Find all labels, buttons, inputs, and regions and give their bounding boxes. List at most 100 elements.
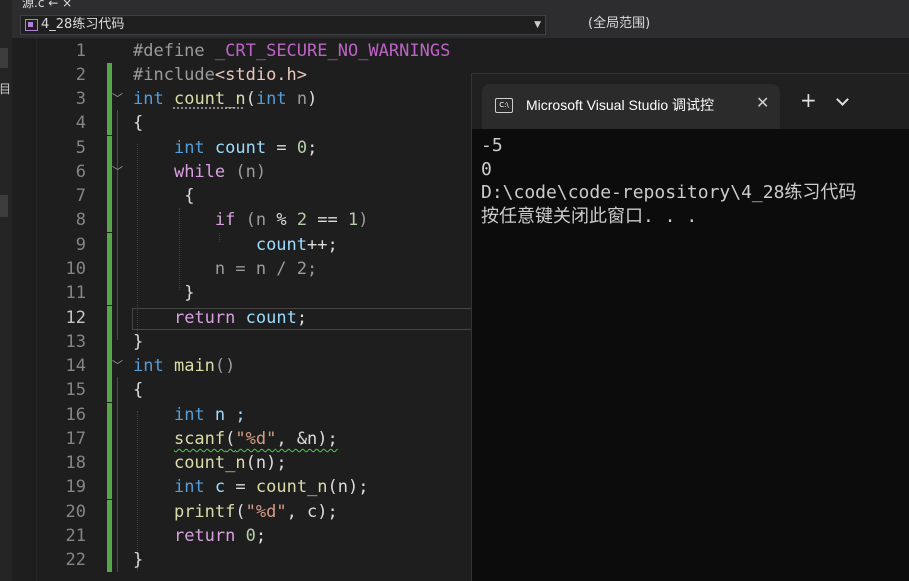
dock-tab-marker[interactable] xyxy=(0,195,8,217)
change-indicator xyxy=(107,330,112,354)
code-token: 0 xyxy=(296,138,308,158)
code-token: <stdio.h> xyxy=(214,65,308,85)
code-token: { xyxy=(133,113,144,133)
change-indicator xyxy=(107,427,112,451)
code-text[interactable]: int count = 0; xyxy=(133,136,317,160)
code-text[interactable]: int c = count_n(n); xyxy=(133,475,369,499)
change-indicator xyxy=(107,184,112,208)
code-text[interactable]: } xyxy=(133,548,143,572)
code-text[interactable]: count_n(n); xyxy=(133,451,287,475)
code-token: printf xyxy=(173,502,236,522)
code-token: (n) xyxy=(225,162,267,182)
code-text[interactable]: } xyxy=(133,330,143,354)
dock-tab-marker[interactable] xyxy=(0,48,8,68)
fold-chevron-icon[interactable]: ﹀ xyxy=(112,89,123,109)
code-text[interactable]: { xyxy=(133,184,194,208)
code-token: int xyxy=(133,89,164,109)
debug-console-window[interactable]: C:\ Microsoft Visual Studio 调试控 ✕ + -5 0 D… xyxy=(471,73,909,581)
fold-chevron-icon[interactable]: ﹀ xyxy=(112,162,123,182)
code-token: } xyxy=(184,283,195,303)
project-combo[interactable]: 4_28练习代码 ▼ xyxy=(20,15,546,35)
change-indicator xyxy=(107,378,112,402)
code-token: int xyxy=(173,405,205,425)
code-token: () xyxy=(214,356,236,376)
code-token: return xyxy=(173,308,236,328)
code-text[interactable]: } xyxy=(133,281,194,305)
code-text[interactable]: int n ; xyxy=(133,403,246,427)
code-text[interactable]: if (n % 2 == 1) xyxy=(133,208,369,232)
console-output[interactable]: -5 0 D:\code\code-repository\4_28练习代码 按任意键关… xyxy=(481,134,856,228)
code-text[interactable]: printf("%d", c); xyxy=(133,500,338,524)
line-number: 16 xyxy=(65,405,86,425)
change-indicator xyxy=(107,63,112,87)
new-tab-button[interactable]: + xyxy=(800,90,817,110)
code-token: ; xyxy=(307,138,318,158)
line-number: 10 xyxy=(65,259,86,279)
code-token: n = n / 2; xyxy=(214,259,318,279)
code-text[interactable]: return count; xyxy=(133,306,307,330)
code-token: ; xyxy=(296,308,308,328)
line-number: 20 xyxy=(65,502,86,522)
code-token: main xyxy=(173,356,215,376)
code-token: _CRT_SECURE_NO_WARNINGS xyxy=(214,41,451,61)
code-text[interactable]: { xyxy=(133,378,143,402)
document-tab[interactable]: 源.c ← × xyxy=(22,0,72,11)
line-number: 11 xyxy=(65,283,86,303)
code-text[interactable]: return 0; xyxy=(133,524,266,548)
chevron-down-icon[interactable] xyxy=(836,93,849,106)
fold-chevron-icon[interactable]: ﹀ xyxy=(112,356,123,376)
line-number: 17 xyxy=(65,429,86,449)
line-number: 14 xyxy=(65,356,86,376)
code-token: ( xyxy=(225,429,236,449)
line-number: 4 xyxy=(75,113,86,133)
project-icon xyxy=(25,19,38,31)
change-indicator xyxy=(107,500,112,524)
console-line: 0 xyxy=(481,158,492,180)
console-line: D:\code\code-repository\4_28练习代码 xyxy=(481,182,857,203)
code-token: #include xyxy=(133,65,215,85)
code-text[interactable]: int count_n(int n) xyxy=(133,87,317,111)
code-text[interactable]: #include<stdio.h> xyxy=(133,63,307,87)
terminal-tab[interactable]: C:\ Microsoft Visual Studio 调试控 ✕ xyxy=(482,84,780,129)
console-line: -5 xyxy=(481,135,503,156)
code-token: 1 xyxy=(348,210,359,230)
change-indicator xyxy=(107,281,112,305)
terminal-tab-title: Microsoft Visual Studio 调试控 xyxy=(526,97,715,113)
code-token: { xyxy=(133,380,144,400)
code-text[interactable]: n = n / 2; xyxy=(133,257,317,281)
code-line[interactable]: 1 #define _CRT_SECURE_NO_WARNINGS xyxy=(12,39,909,63)
code-token: ( xyxy=(245,89,256,109)
dropdown-arrow-icon[interactable]: ▼ xyxy=(534,16,541,34)
close-tab-button[interactable]: ✕ xyxy=(756,93,769,112)
code-text[interactable]: while (n) xyxy=(133,160,266,184)
line-number: 22 xyxy=(65,550,86,570)
code-token: int xyxy=(173,477,205,497)
code-token: scanf xyxy=(173,429,226,449)
code-text[interactable]: { xyxy=(133,111,143,135)
code-text[interactable]: #define _CRT_SECURE_NO_WARNINGS xyxy=(133,39,450,63)
line-number-current: 12 xyxy=(65,308,86,328)
document-tab-strip: 源.c ← × xyxy=(12,0,909,12)
scope-combo[interactable]: (全局范围) xyxy=(550,15,909,35)
code-token: 2 xyxy=(296,210,308,230)
code-token: (n); xyxy=(245,453,287,473)
line-number: 7 xyxy=(75,186,86,206)
code-token: n ; xyxy=(214,405,246,425)
change-indicator xyxy=(107,306,112,330)
change-indicator xyxy=(107,208,112,232)
change-indicator xyxy=(107,136,112,160)
line-number: 15 xyxy=(65,380,86,400)
code-text[interactable]: int main() xyxy=(133,354,235,378)
line-number: 18 xyxy=(65,453,86,473)
code-token: ) xyxy=(307,89,318,109)
code-token: count_n xyxy=(173,453,246,473)
change-indicator xyxy=(107,403,112,427)
code-token: 0 xyxy=(245,526,256,546)
line-number: 13 xyxy=(65,332,86,352)
change-indicator xyxy=(107,233,112,257)
code-token: #define xyxy=(133,41,205,61)
code-text[interactable]: count++; xyxy=(133,233,338,257)
code-token: count_n xyxy=(255,477,328,497)
code-text[interactable]: scanf("%d", &n); xyxy=(133,427,338,451)
code-token: = xyxy=(225,477,256,497)
